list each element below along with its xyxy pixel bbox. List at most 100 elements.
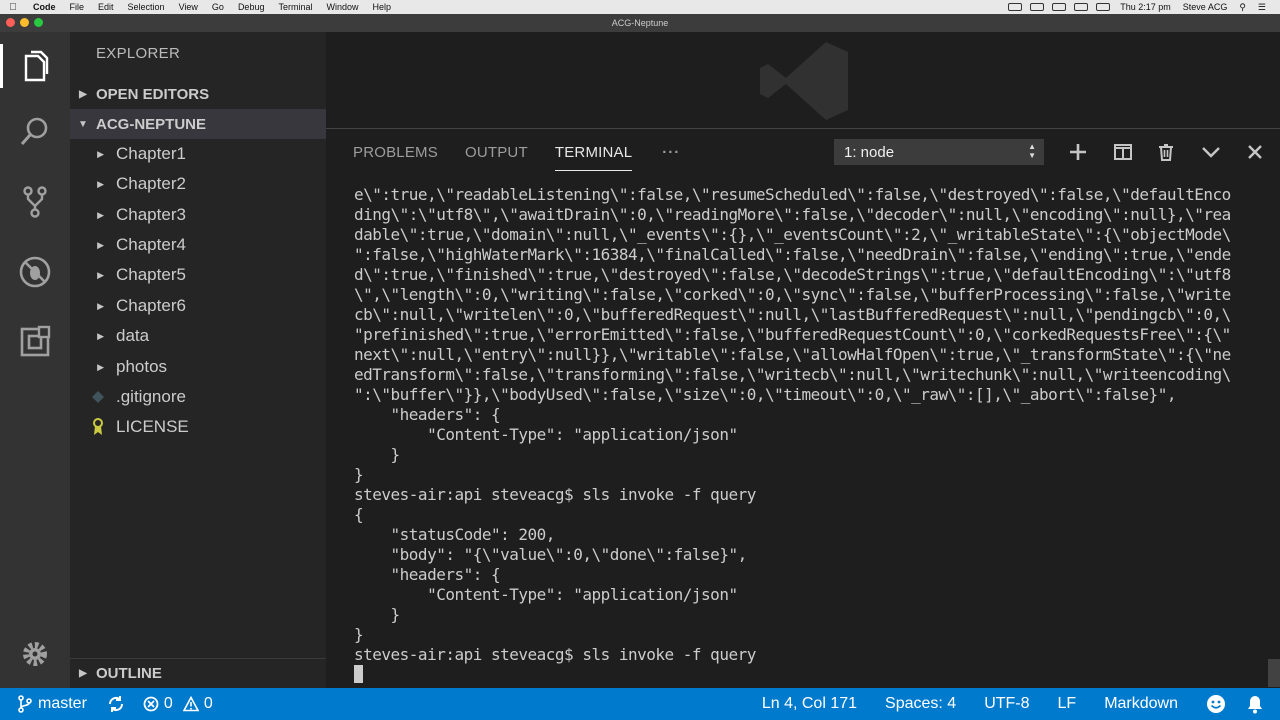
- explorer-icon[interactable]: [0, 40, 70, 92]
- volume-icon[interactable]: [1074, 3, 1089, 11]
- tree-item-label: LICENSE: [116, 417, 189, 436]
- tree-item-gitignore[interactable]: .gitignore: [70, 382, 326, 412]
- menu-file[interactable]: File: [63, 2, 92, 12]
- tab-terminal[interactable]: TERMINAL: [554, 129, 633, 175]
- terminal-select[interactable]: 1: node ▲ ▼: [834, 139, 1044, 165]
- extensions-icon[interactable]: [0, 316, 70, 368]
- outline-section[interactable]: ▶ OUTLINE: [70, 658, 326, 688]
- line-ending[interactable]: LF: [1058, 695, 1077, 713]
- terminal-line: {: [354, 505, 364, 524]
- license-file-icon: [70, 418, 116, 436]
- error-count: 0: [163, 695, 173, 712]
- new-terminal-button[interactable]: [1063, 139, 1093, 165]
- macos-menubar:  Code File Edit Selection View Go Debug…: [0, 0, 1280, 14]
- tree-item-chapter5[interactable]: ▶ Chapter5: [70, 260, 326, 290]
- problems-indicator[interactable]: 0 0: [143, 695, 213, 713]
- tree-item-label: data: [116, 326, 150, 345]
- tab-problems[interactable]: PROBLEMS: [353, 129, 438, 175]
- chevron-right-icon: ▶: [97, 209, 104, 220]
- menu-help[interactable]: Help: [366, 2, 399, 12]
- menu-terminal[interactable]: Terminal: [271, 2, 319, 12]
- close-window-button[interactable]: [6, 18, 15, 27]
- split-terminal-button[interactable]: [1108, 139, 1138, 165]
- tree-item-label: Chapter2: [116, 174, 186, 193]
- tree-item-chapter6[interactable]: ▶ Chapter6: [70, 291, 326, 321]
- explorer-sidebar: EXPLORER ▶ OPEN EDITORS ▼ ACG-NEPTUNE ▶ …: [70, 32, 326, 688]
- menu-window[interactable]: Window: [319, 2, 365, 12]
- menu-view[interactable]: View: [172, 2, 205, 12]
- maximize-window-button[interactable]: [34, 18, 43, 27]
- cloud-icon[interactable]: [1008, 3, 1023, 11]
- chevron-right-icon: ▶: [97, 148, 104, 159]
- screen-icon[interactable]: [1030, 3, 1045, 11]
- close-panel-button[interactable]: [1240, 139, 1270, 165]
- notifications-bell-icon[interactable]: [1246, 694, 1264, 714]
- menu-selection[interactable]: Selection: [121, 2, 172, 12]
- project-section[interactable]: ▼ ACG-NEPTUNE: [70, 109, 326, 139]
- source-control-icon[interactable]: [0, 176, 70, 228]
- menu-app-name[interactable]: Code: [26, 2, 63, 12]
- bottom-panel: PROBLEMS OUTPUT TERMINAL ··· 1: node ▲ ▼ …: [326, 128, 1280, 688]
- terminal-line: d\":true,\"finished\":true,\"destroyed\"…: [354, 265, 1231, 284]
- menu-edit[interactable]: Edit: [91, 2, 121, 12]
- terminal-line: "statusCode": 200,: [354, 525, 556, 544]
- terminal-output[interactable]: e\":true,\"readableListening\":false,\"r…: [354, 185, 1254, 685]
- plus-icon: [1070, 144, 1086, 160]
- editor-area[interactable]: [326, 32, 1280, 128]
- outline-label: OUTLINE: [96, 665, 162, 682]
- wifi-icon[interactable]: [1052, 3, 1067, 11]
- git-file-icon: [70, 391, 116, 403]
- tree-item-chapter2[interactable]: ▶ Chapter2: [70, 169, 326, 199]
- tree-item-data[interactable]: ▶ data: [70, 321, 326, 351]
- warning-icon: [182, 696, 199, 712]
- tree-item-label: Chapter5: [116, 265, 186, 284]
- file-encoding[interactable]: UTF-8: [984, 695, 1029, 713]
- battery-icon[interactable]: [1096, 3, 1111, 11]
- branch-name: master: [38, 695, 87, 712]
- menubar-user[interactable]: Steve ACG: [1177, 2, 1234, 12]
- trash-icon: [1159, 144, 1173, 161]
- debug-icon[interactable]: [0, 246, 70, 298]
- list-icon[interactable]: ☰: [1252, 2, 1272, 13]
- window-controls: [6, 18, 43, 27]
- apple-menu-icon[interactable]: : [0, 2, 26, 13]
- maximize-panel-button[interactable]: [1196, 139, 1226, 165]
- status-bar: master 0 0 Ln 4, Col 171 Spaces: 4 UTF-8…: [0, 688, 1280, 720]
- tree-item-label: .gitignore: [116, 387, 186, 406]
- sync-icon: [108, 696, 123, 712]
- terminal-line: ":false,\"highWaterMark\":16384,\"finalC…: [354, 245, 1231, 264]
- terminal-line: steves-air:api steveacg$ sls invoke -f q…: [354, 485, 756, 504]
- branch-indicator[interactable]: master: [18, 695, 87, 713]
- indentation[interactable]: Spaces: 4: [885, 695, 956, 713]
- terminal-line: e\":true,\"readableListening\":false,\"r…: [354, 185, 1231, 204]
- language-mode[interactable]: Markdown: [1104, 695, 1178, 713]
- search-icon[interactable]: [0, 106, 70, 158]
- menubar-clock[interactable]: Thu 2:17 pm: [1114, 2, 1177, 12]
- open-editors-section[interactable]: ▶ OPEN EDITORS: [70, 79, 326, 109]
- tab-output[interactable]: OUTPUT: [465, 129, 528, 175]
- tree-item-chapter3[interactable]: ▶ Chapter3: [70, 200, 326, 230]
- sync-button[interactable]: [107, 695, 125, 713]
- terminal-scrollbar[interactable]: [1268, 659, 1280, 687]
- terminal-line: "body": "{\"value\":0,\"done\":false}",: [354, 545, 748, 564]
- tree-item-license[interactable]: LICENSE: [70, 412, 326, 442]
- terminal-line: ding\":\"utf8\",\"awaitDrain\":0,\"readi…: [354, 205, 1231, 224]
- terminal-line: }: [354, 605, 401, 624]
- terminal-line: "headers": {: [354, 405, 501, 424]
- tree-item-label: photos: [116, 357, 168, 376]
- terminal-line: "headers": {: [354, 565, 501, 584]
- tree-item-photos[interactable]: ▶ photos: [70, 352, 326, 382]
- cursor-position[interactable]: Ln 4, Col 171: [762, 695, 857, 713]
- menu-debug[interactable]: Debug: [231, 2, 272, 12]
- tree-item-chapter1[interactable]: ▶ Chapter1: [70, 139, 326, 169]
- more-actions-icon[interactable]: ···: [662, 129, 680, 175]
- spotlight-icon[interactable]: ⚲: [1233, 2, 1252, 13]
- tree-item-chapter4[interactable]: ▶ Chapter4: [70, 230, 326, 260]
- feedback-smiley-icon[interactable]: [1206, 694, 1226, 714]
- menu-go[interactable]: Go: [205, 2, 231, 12]
- chevron-down-icon: ▼: [78, 118, 88, 130]
- kill-terminal-button[interactable]: [1151, 139, 1181, 165]
- tree-item-label: Chapter6: [116, 296, 186, 315]
- settings-gear-icon[interactable]: [0, 628, 70, 680]
- minimize-window-button[interactable]: [20, 18, 29, 27]
